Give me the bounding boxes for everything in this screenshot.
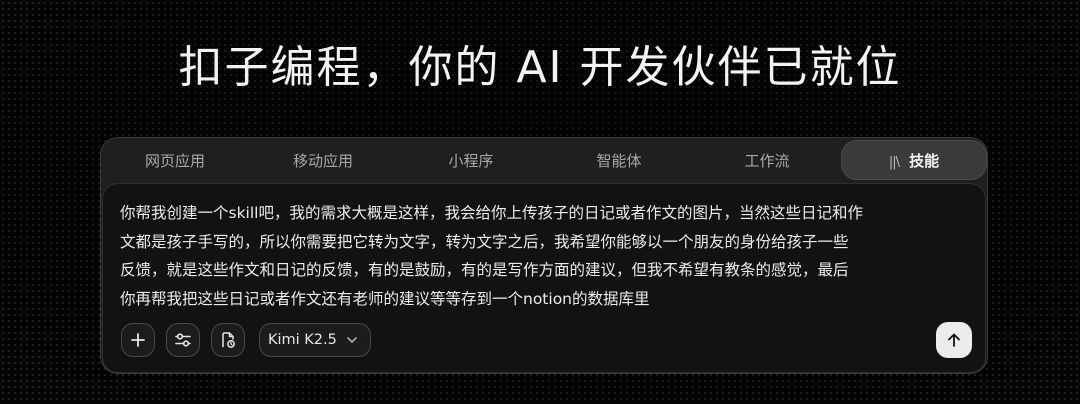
prompt-line: 你帮我创建一个skill吧，我的需求大概是这样，我会给你上传孩子的日记或者作文的…	[120, 204, 863, 222]
category-tabs: 网页应用 移动应用 小程序 智能体 工作流 ||\ 技能	[101, 138, 987, 184]
composer-panel: 网页应用 移动应用 小程序 智能体 工作流 ||\ 技能 你帮我创建一个skill…	[100, 137, 988, 374]
arrow-up-icon	[948, 333, 960, 347]
page-title: 扣子编程，你的 AI 开发伙伴已就位	[178, 42, 902, 93]
sliders-icon	[175, 333, 191, 347]
prompt-line: 你再帮我把这些日记或者作文还有老师的建议等等存到一个notion的数据库里	[120, 289, 650, 308]
tab-mobile-app[interactable]: 移动应用	[249, 138, 397, 184]
settings-button[interactable]	[166, 323, 200, 357]
tab-skills[interactable]: ||\ 技能	[841, 140, 987, 180]
send-button[interactable]	[936, 322, 972, 358]
model-label: Kimi K2.5	[268, 332, 337, 348]
prompt-input-area[interactable]: 你帮我创建一个skill吧，我的需求大概是这样，我会给你上传孩子的日记或者作文的…	[102, 183, 986, 373]
plus-icon	[131, 333, 145, 347]
tab-web-app[interactable]: 网页应用	[101, 138, 249, 184]
prompt-line: 反馈，就是这些作文和日记的反馈，有的是鼓励，有的是写作方面的建议，但我不希望有教…	[120, 261, 849, 279]
prompt-textarea[interactable]: 你帮我创建一个skill吧，我的需求大概是这样，我会给你上传孩子的日记或者作文的…	[120, 199, 970, 313]
prompt-line: 文都是孩子手写的，所以你需要把它转为文字，转为文字之后，我希望你能够以一个朋友的…	[120, 232, 849, 251]
tab-agent[interactable]: 智能体	[545, 138, 693, 184]
file-sync-icon	[222, 332, 235, 348]
tab-mini-program[interactable]: 小程序	[397, 138, 545, 184]
tab-skills-label: 技能	[909, 152, 940, 170]
add-button[interactable]	[121, 323, 155, 357]
attach-file-button[interactable]	[211, 323, 245, 357]
model-selector[interactable]: Kimi K2.5	[259, 323, 371, 357]
page: 扣子编程，你的 AI 开发伙伴已就位 网页应用 移动应用 小程序 智能体 工作流…	[0, 0, 1080, 404]
library-icon: ||\	[888, 155, 900, 170]
tab-workflow[interactable]: 工作流	[693, 138, 841, 184]
chevron-down-icon	[347, 337, 357, 343]
